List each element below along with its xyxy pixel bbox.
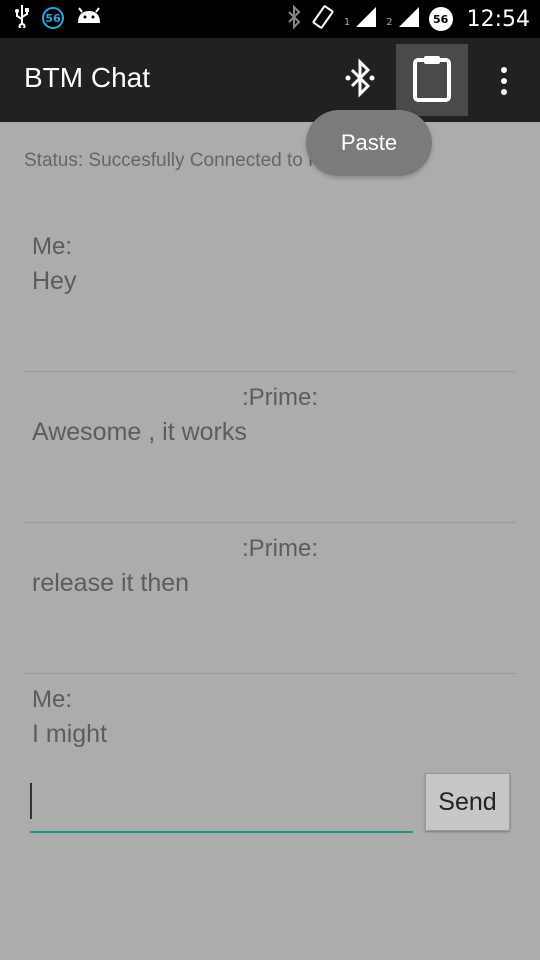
status-bar-notifications: 56 [14, 4, 102, 32]
overflow-menu-icon [501, 67, 507, 73]
message-sender: Me: [32, 686, 73, 713]
divider [24, 673, 516, 674]
message-sender: Me: [32, 233, 73, 260]
sim1-label: 1 [343, 17, 351, 28]
message-text: Awesome , it works [32, 418, 247, 446]
action-bar: BTM Chat [0, 38, 540, 122]
send-button[interactable]: Send [425, 773, 510, 831]
clipboard-icon [412, 54, 452, 106]
status-bar: 56 1 2 56 12:54 [0, 0, 540, 38]
clock: 12:54 [466, 6, 530, 32]
list-item: :Prime: release it then [24, 535, 516, 655]
android-debug-icon [76, 7, 102, 29]
message-text: release it then [32, 569, 190, 597]
paste-tooltip: Paste [306, 110, 432, 176]
overflow-dot [501, 78, 507, 84]
vibrate-icon [310, 4, 336, 34]
overflow-dot [501, 89, 507, 95]
list-item: Me: I might [24, 686, 516, 766]
message-text: I might [32, 720, 108, 748]
divider [24, 522, 516, 523]
list-item: :Prime: Awesome , it works [24, 384, 516, 504]
signal-icon [354, 5, 378, 33]
message-sender: :Prime: [242, 384, 319, 411]
bluetooth-icon [343, 58, 377, 102]
signal-icon [397, 5, 421, 33]
app-title: BTM Chat [24, 62, 151, 93]
usb-icon [14, 4, 30, 32]
sim2-label: 2 [386, 17, 393, 28]
message-sender: :Prime: [242, 535, 319, 562]
overflow-menu-button[interactable] [488, 56, 520, 106]
battery-icon: 56 [428, 7, 453, 31]
status-bar-system: 1 2 56 12:54 [286, 0, 530, 38]
bluetooth-button[interactable] [336, 52, 384, 108]
list-item: Me: Hey [24, 233, 516, 353]
notification-badge: 56 [42, 7, 64, 29]
message-text: Hey [32, 267, 77, 295]
divider [24, 371, 516, 372]
bluetooth-status-icon [286, 4, 302, 33]
paste-button[interactable] [396, 44, 468, 116]
text-caret [30, 783, 32, 819]
message-input[interactable] [30, 775, 413, 833]
